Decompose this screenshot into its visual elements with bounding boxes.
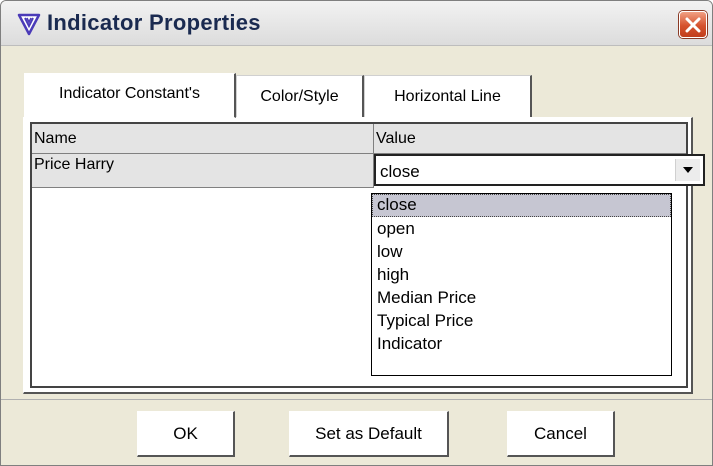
- ok-button[interactable]: OK: [137, 411, 235, 457]
- tab-strip: Indicator Constant's Color/Style Horizon…: [1, 45, 712, 118]
- dropdown-option-low[interactable]: low: [372, 241, 671, 264]
- chevron-down-icon: [683, 167, 693, 173]
- tab-label: Color/Style: [260, 87, 339, 105]
- tab-label: Indicator Constant's: [59, 85, 200, 102]
- column-header-name[interactable]: Name: [32, 124, 374, 154]
- dropdown-option-close[interactable]: close: [372, 194, 671, 217]
- set-as-default-button[interactable]: Set as Default: [289, 411, 449, 457]
- window-title: Indicator Properties: [47, 10, 261, 35]
- close-icon: [685, 17, 701, 33]
- dropdown-option-high[interactable]: high: [372, 264, 671, 287]
- column-header-value[interactable]: Value: [374, 124, 686, 154]
- value-dropdown-list: close open low high Median Price Typical…: [371, 193, 672, 376]
- tab-label: Horizontal Line: [394, 87, 501, 105]
- table-row-name-cell[interactable]: Price Harry: [32, 154, 374, 188]
- dropdown-option-median-price[interactable]: Median Price: [372, 287, 671, 310]
- value-select[interactable]: close: [374, 154, 705, 186]
- tab-horizontal-line[interactable]: Horizontal Line: [364, 75, 532, 117]
- button-bar: OK Set as Default Cancel: [1, 399, 712, 465]
- dropdown-option-indicator[interactable]: Indicator: [372, 333, 671, 356]
- close-button[interactable]: [679, 11, 707, 38]
- dropdown-option-open[interactable]: open: [372, 218, 671, 241]
- tab-color-style[interactable]: Color/Style: [236, 75, 364, 117]
- select-current-value: close: [380, 162, 420, 181]
- tab-indicator-constants[interactable]: Indicator Constant's: [24, 73, 236, 118]
- title-bar[interactable]: Indicator Properties: [1, 1, 712, 46]
- dropdown-button[interactable]: [675, 159, 700, 181]
- indicator-properties-dialog: Indicator Properties Indicator Constant'…: [0, 0, 713, 466]
- dropdown-option-typical-price[interactable]: Typical Price: [372, 310, 671, 333]
- indicator-logo-icon: [17, 13, 41, 36]
- cancel-button[interactable]: Cancel: [507, 411, 615, 457]
